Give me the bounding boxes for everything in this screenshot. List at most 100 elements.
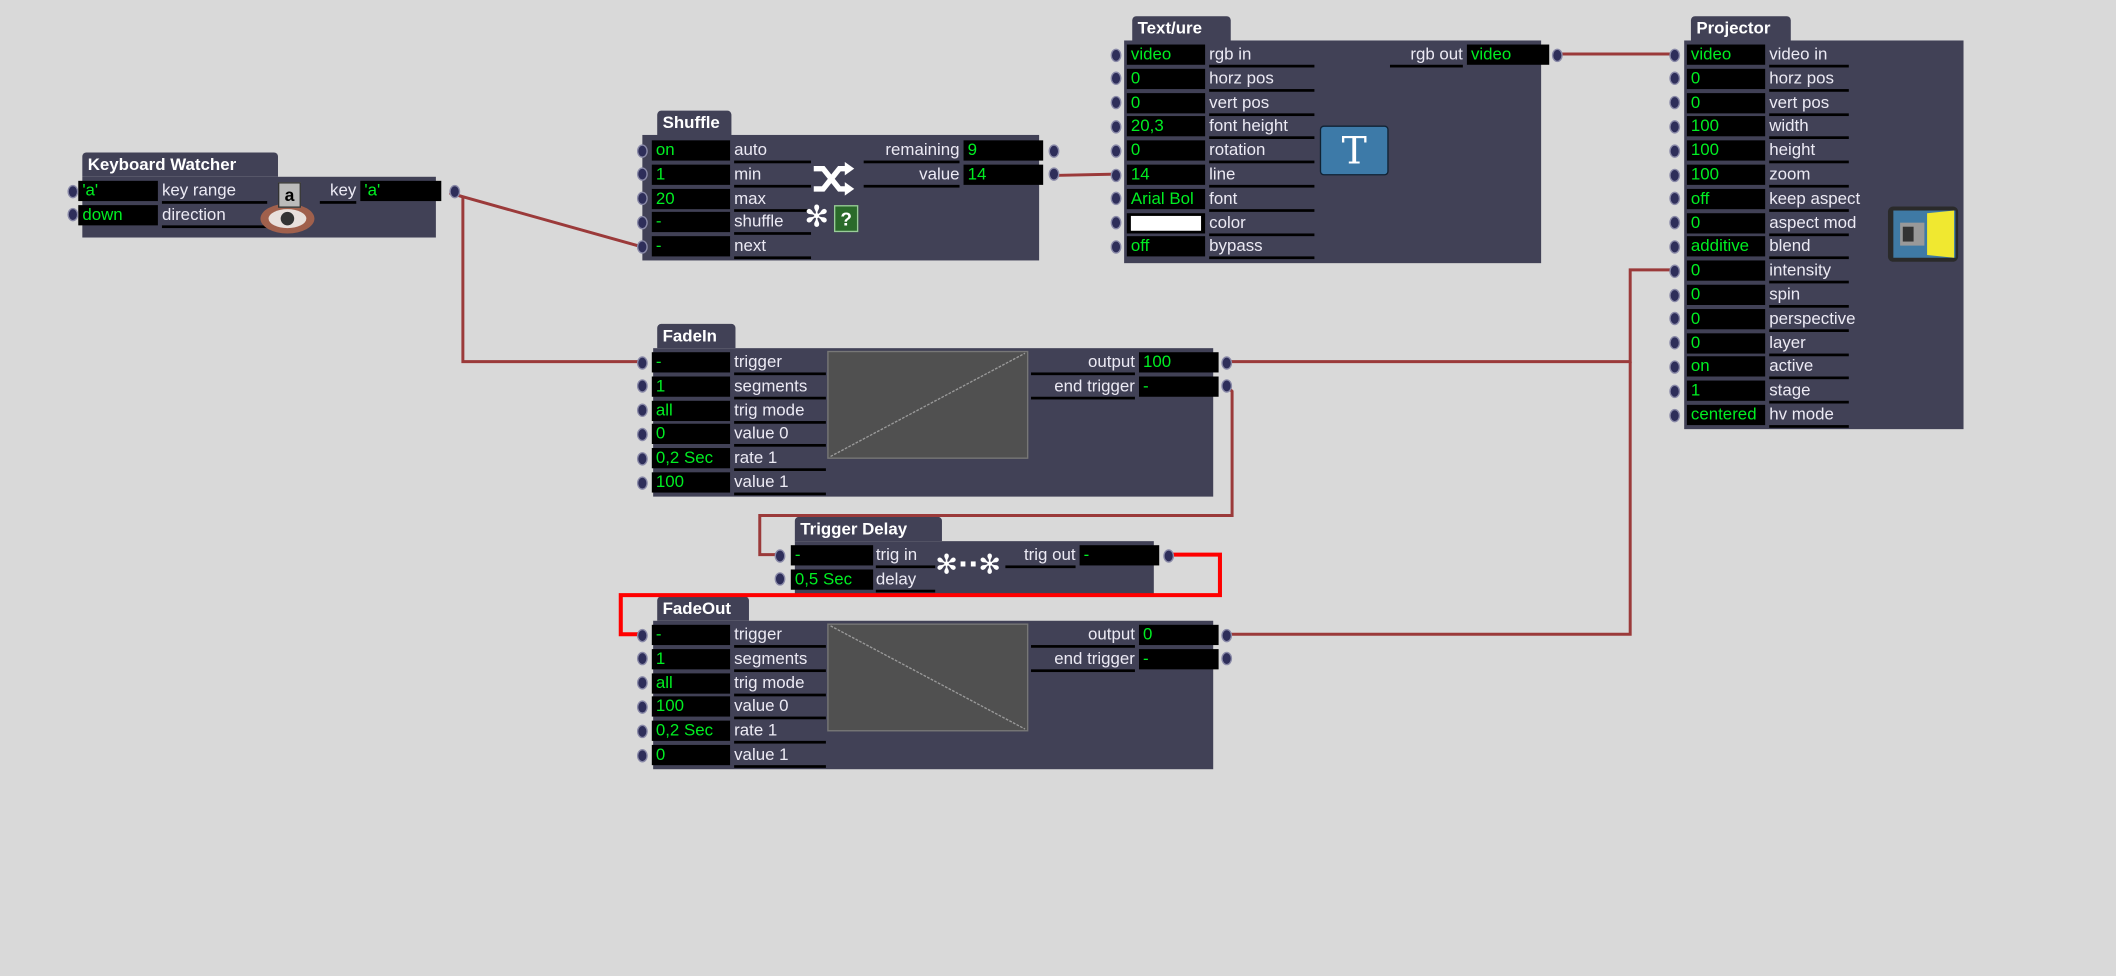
fadein-title[interactable]: FadeIn — [657, 323, 736, 349]
patch-cord[interactable] — [1226, 361, 1632, 636]
fadein-output-value[interactable]: - — [1138, 376, 1219, 397]
delay-inlet[interactable] — [774, 572, 786, 587]
fadeout-outlet[interactable] — [1221, 652, 1233, 666]
projector-input-value[interactable]: video — [1686, 44, 1766, 65]
delay-title[interactable]: Trigger Delay — [794, 516, 942, 542]
fadeout-output-value[interactable]: 0 — [1138, 624, 1219, 646]
fadein-inlet[interactable] — [636, 403, 648, 418]
shuffle-inlet[interactable] — [636, 239, 648, 254]
delay-inlet[interactable] — [774, 548, 786, 563]
projector-inlet[interactable] — [1669, 47, 1681, 62]
delay-output-value[interactable]: - — [1079, 545, 1160, 566]
fadein-curve-graph[interactable] — [827, 350, 1029, 459]
projector-title[interactable]: Projector — [1690, 16, 1791, 41]
projector-inlet[interactable] — [1669, 240, 1681, 254]
texture-inlet[interactable] — [1110, 216, 1122, 230]
texture-input-value[interactable]: off — [1126, 236, 1206, 257]
delay-input-value[interactable]: - — [790, 545, 874, 566]
help-icon[interactable]: ? — [833, 205, 859, 233]
projector-input-value[interactable]: 0 — [1686, 332, 1766, 354]
texture-inlet[interactable] — [1110, 192, 1122, 206]
texture-output-value[interactable]: video — [1466, 44, 1550, 65]
shuffle-outlet[interactable] — [1048, 167, 1060, 182]
fadeout-input-value[interactable]: 0 — [651, 744, 731, 766]
projector-input-value[interactable]: 1 — [1686, 380, 1766, 402]
projector-inlet[interactable] — [1669, 312, 1681, 326]
delay-outlet[interactable] — [1163, 548, 1175, 563]
shuffle-inlet[interactable] — [636, 215, 648, 230]
fadein-inlet[interactable] — [636, 451, 648, 466]
texture-input-value[interactable]: 0 — [1126, 68, 1206, 89]
fadein-outlet[interactable] — [1221, 355, 1233, 370]
texture-title[interactable]: Text/ure — [1132, 16, 1231, 41]
projector-input-value[interactable]: 0 — [1686, 260, 1766, 281]
texture-inlet[interactable] — [1110, 240, 1122, 254]
keyboard-inlet[interactable] — [67, 208, 79, 222]
fadeout-output-value[interactable]: - — [1138, 648, 1219, 670]
shuffle-input-value[interactable]: on — [651, 140, 731, 161]
fadeout-inlet[interactable] — [636, 676, 648, 690]
projector-input-value[interactable]: 100 — [1686, 140, 1766, 161]
texture-inlet[interactable] — [1110, 71, 1122, 86]
fadeout-curve-graph[interactable] — [827, 623, 1029, 732]
fadeout-input-value[interactable]: 1 — [651, 648, 731, 670]
fadeout-inlet[interactable] — [636, 652, 648, 666]
texture-inlet[interactable] — [1110, 47, 1122, 62]
shuffle-title[interactable]: Shuffle — [657, 110, 732, 135]
texture-input-value[interactable]: 0 — [1126, 140, 1206, 161]
texture-input-value[interactable]: 0 — [1126, 92, 1206, 113]
projector-input-value[interactable]: 0 — [1686, 308, 1766, 330]
texture-inlet[interactable] — [1110, 168, 1122, 182]
fadein-input-value[interactable]: - — [651, 352, 731, 373]
fadeout-input-value[interactable]: - — [651, 624, 731, 646]
projector-inlet[interactable] — [1669, 264, 1681, 278]
fadeout-inlet[interactable] — [636, 748, 648, 762]
keyboard-input-value[interactable]: down — [78, 204, 158, 226]
texture-input-value[interactable]: Arial Bol — [1126, 188, 1206, 209]
fadeout-inlet[interactable] — [636, 700, 648, 714]
projector-input-value[interactable]: 0 — [1686, 68, 1766, 89]
fadein-inlet[interactable] — [636, 427, 648, 442]
projector-inlet[interactable] — [1669, 71, 1681, 86]
fadein-inlet[interactable] — [636, 475, 648, 490]
texture-color-field[interactable] — [1126, 212, 1206, 233]
shuffle-inlet[interactable] — [636, 143, 648, 158]
texture-outlet[interactable] — [1551, 47, 1563, 62]
projector-inlet[interactable] — [1669, 168, 1681, 182]
fadeout-title[interactable]: FadeOut — [657, 596, 749, 621]
fadein-input-value[interactable]: 0 — [651, 424, 731, 445]
projector-input-value[interactable]: off — [1686, 188, 1766, 209]
fadeout-inlet[interactable] — [636, 628, 648, 642]
projector-input-value[interactable]: centered — [1686, 404, 1766, 426]
projector-input-value[interactable]: 0 — [1686, 284, 1766, 305]
fadein-inlet[interactable] — [636, 379, 648, 394]
patch-cord[interactable] — [448, 191, 643, 249]
keyboard-input-value[interactable]: 'a' — [78, 180, 158, 202]
texture-input-value[interactable]: 20,3 — [1126, 116, 1206, 137]
projector-input-value[interactable]: 100 — [1686, 116, 1766, 137]
projector-inlet[interactable] — [1669, 360, 1681, 374]
projector-inlet[interactable] — [1669, 288, 1681, 302]
projector-inlet[interactable] — [1669, 143, 1681, 158]
shuffle-output-value[interactable]: 14 — [963, 164, 1044, 185]
shuffle-input-value[interactable]: - — [651, 236, 731, 257]
patch-canvas[interactable]: Keyboard Watcher'a' key range down directio… — [0, 0, 2116, 976]
projector-inlet[interactable] — [1669, 95, 1681, 110]
fadein-input-value[interactable]: 100 — [651, 472, 731, 493]
keyboard-title[interactable]: Keyboard Watcher — [82, 152, 278, 177]
shuffle-input-value[interactable]: 20 — [651, 188, 731, 209]
fadein-input-value[interactable]: 0,2 Sec — [651, 448, 731, 469]
projector-input-value[interactable]: on — [1686, 356, 1766, 378]
texture-inlet[interactable] — [1110, 119, 1122, 134]
projector-input-value[interactable]: 0 — [1686, 212, 1766, 233]
patch-cord[interactable] — [1226, 268, 1675, 364]
projector-input-value[interactable]: additive — [1686, 236, 1766, 257]
patch-cord[interactable] — [451, 191, 643, 364]
projector-input-value[interactable]: 100 — [1686, 164, 1766, 185]
fadeout-input-value[interactable]: all — [651, 672, 731, 694]
fadeout-input-value[interactable]: 0,2 Sec — [651, 720, 731, 742]
projector-inlet[interactable] — [1669, 192, 1681, 206]
projector-inlet[interactable] — [1669, 336, 1681, 350]
fadeout-input-value[interactable]: 100 — [651, 696, 731, 718]
projector-inlet[interactable] — [1669, 408, 1681, 422]
